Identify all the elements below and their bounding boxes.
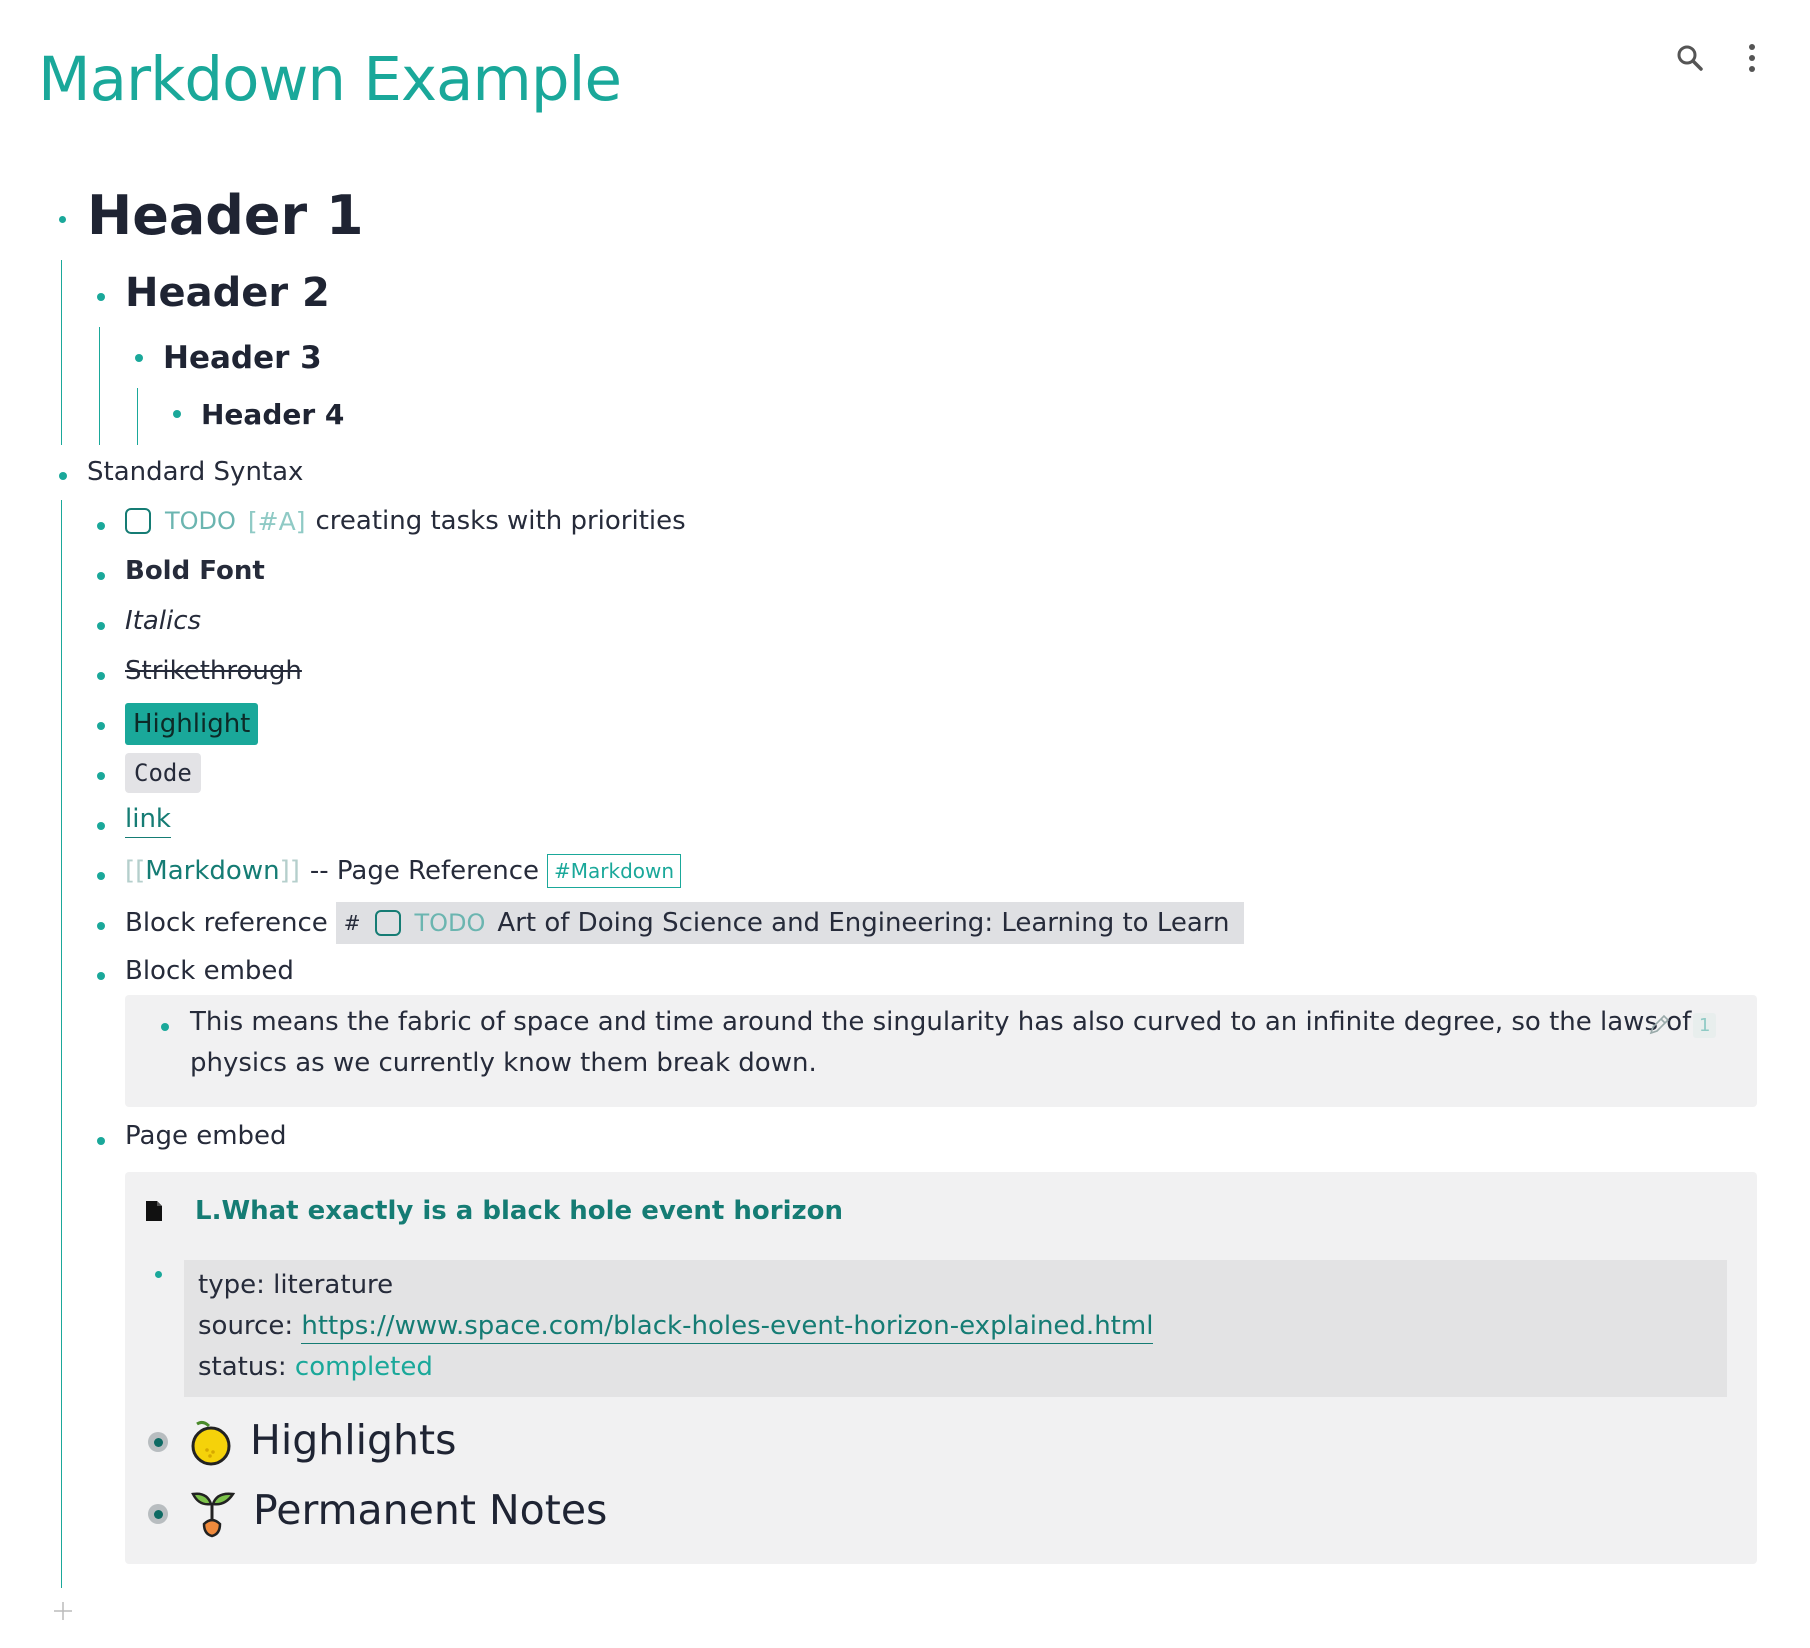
bold-text: Bold Font (125, 556, 265, 586)
bullet[interactable] (97, 672, 105, 680)
strikethrough-text: Strikethrough (125, 656, 302, 686)
italic-text: Italics (125, 606, 202, 636)
block-reference[interactable]: # TODO Art of Doing Science and Engineer… (335, 902, 1244, 944)
edit-pencil-icon[interactable] (1647, 1013, 1671, 1041)
property-status: status: completed (198, 1352, 433, 1382)
todo-text: creating tasks with priorities (315, 506, 686, 536)
collapsed-bullet[interactable] (148, 1504, 168, 1524)
block-reference-label: Block reference (125, 908, 328, 938)
seedling-icon (189, 1488, 237, 1542)
link-row: link (125, 804, 171, 838)
indent-guide (137, 388, 138, 445)
block-embed-line-2[interactable]: physics as we currently know them break … (190, 1043, 817, 1084)
bullet[interactable] (97, 522, 105, 530)
highlights-heading: Highlights (250, 1416, 457, 1464)
bullet[interactable] (97, 872, 105, 880)
inline-code: Code (125, 753, 201, 793)
todo-marker: TODO (165, 507, 236, 535)
bullet[interactable] (59, 472, 67, 480)
markdown-tag[interactable]: #Markdown (547, 854, 682, 888)
highlight-row: Highlight (125, 703, 259, 745)
permanent-notes-heading: Permanent Notes (253, 1486, 608, 1534)
page-reference-suffix: -- Page Reference (309, 856, 540, 886)
highlight-text: Highlight (125, 703, 259, 745)
page-title: Markdown Example (38, 44, 622, 115)
priority-tag[interactable]: [#A] (248, 507, 306, 536)
properties-block: type: literature source: https://www.spa… (184, 1260, 1727, 1397)
bullet[interactable] (97, 972, 105, 980)
bullet[interactable] (97, 772, 105, 780)
bullet[interactable] (97, 922, 105, 930)
reference-count-badge[interactable]: 1 (1693, 1013, 1717, 1038)
bullet[interactable] (97, 622, 105, 630)
indent-guide (61, 500, 62, 1588)
bullet[interactable] (155, 1271, 162, 1278)
bracket-open: [[ (125, 856, 146, 886)
bullet[interactable] (173, 410, 181, 418)
property-key: source: (198, 1311, 294, 1341)
link[interactable]: link (125, 804, 171, 838)
page-reference-row: [[ Markdown ]] -- Page Reference #Markdo… (125, 854, 682, 888)
block-ref-checkbox[interactable] (374, 910, 401, 936)
source-link[interactable]: https://www.space.com/black-holes-event-… (301, 1311, 1154, 1344)
search-icon[interactable] (1672, 40, 1708, 76)
lemon-icon (189, 1418, 233, 1470)
page-embed-title[interactable]: L.What exactly is a black hole event hor… (195, 1196, 843, 1226)
block-embed-label: Block embed (125, 956, 294, 986)
status-value[interactable]: completed (295, 1352, 433, 1382)
page-embed: L.What exactly is a black hole event hor… (125, 1172, 1757, 1564)
property-source: source: https://www.space.com/black-hole… (198, 1311, 1154, 1344)
code-row: Code (125, 753, 201, 793)
property-key: type: (198, 1270, 265, 1300)
todo-item: TODO [#A] creating tasks with priorities (125, 506, 686, 536)
property-key: status: (198, 1352, 287, 1382)
header-3: Header 3 (163, 340, 322, 376)
bullet[interactable] (97, 822, 105, 830)
collapsed-bullet[interactable] (148, 1432, 168, 1452)
block-ref-todo-marker: TODO (414, 909, 486, 937)
header-4: Header 4 (201, 398, 345, 431)
add-block-icon[interactable] (52, 1600, 74, 1622)
block-ref-text: Art of Doing Science and Engineering: Le… (497, 908, 1230, 938)
bullet[interactable] (97, 1137, 105, 1145)
property-type: type: literature (198, 1270, 393, 1300)
block-embed-line-1[interactable]: This means the fabric of space and time … (190, 1002, 1691, 1043)
bracket-close: ]] (279, 856, 300, 886)
bullet[interactable] (97, 572, 105, 580)
bullet[interactable] (59, 216, 66, 223)
block-reference-row: Block reference # TODO Art of Doing Scie… (125, 902, 1244, 944)
header-1: Header 1 (87, 184, 364, 247)
page-reference-link[interactable]: Markdown (145, 856, 279, 886)
standard-syntax-label: Standard Syntax (87, 457, 304, 487)
bullet[interactable] (135, 354, 143, 362)
bullet[interactable] (161, 1023, 169, 1031)
indent-guide (61, 260, 62, 445)
block-embed: This means the fabric of space and time … (125, 995, 1757, 1107)
document-icon (145, 1200, 163, 1226)
block-ref-hash: # (343, 911, 361, 935)
indent-guide (99, 327, 100, 445)
page-embed-label: Page embed (125, 1121, 287, 1151)
header-2: Header 2 (125, 270, 330, 316)
more-options-icon[interactable] (1734, 40, 1770, 76)
bullet[interactable] (97, 293, 105, 301)
todo-checkbox[interactable] (125, 508, 151, 534)
top-actions (1672, 40, 1770, 76)
bullet[interactable] (97, 722, 105, 730)
property-value: literature (273, 1270, 394, 1300)
